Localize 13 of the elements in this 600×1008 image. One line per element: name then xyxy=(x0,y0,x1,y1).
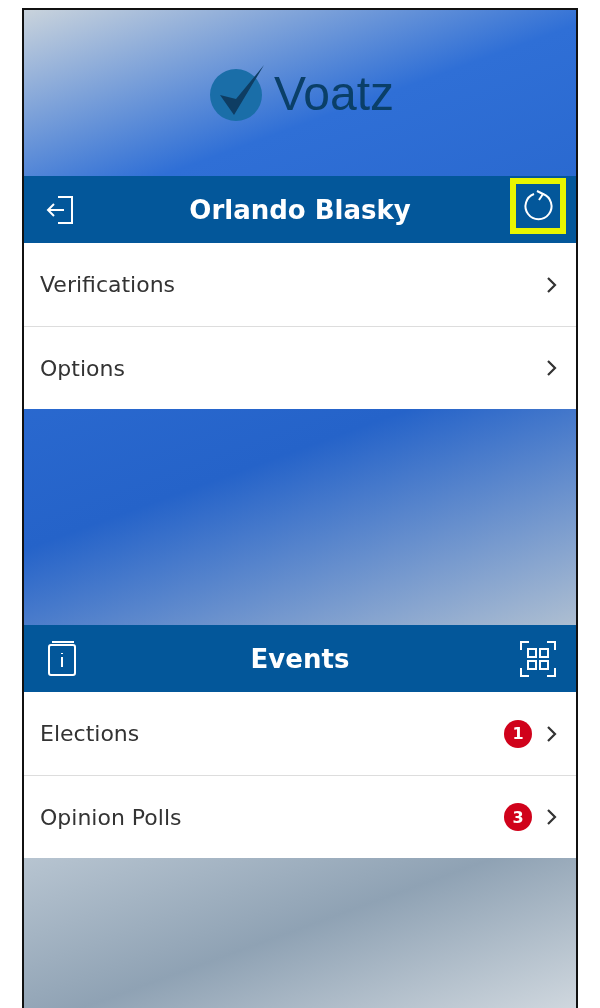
count-badge: 1 xyxy=(504,719,532,748)
chevron-icon xyxy=(546,808,558,826)
chevron-icon xyxy=(546,275,558,294)
count-badge: 3 xyxy=(504,803,532,831)
qr-scan-icon xyxy=(519,639,557,678)
chevron-icon xyxy=(546,359,558,377)
chevron-icon xyxy=(546,724,558,743)
refresh-icon xyxy=(521,188,555,223)
info-book-icon xyxy=(45,638,79,679)
refresh-button[interactable] xyxy=(510,177,566,234)
section-title: Events xyxy=(250,643,350,674)
logo-text: Voatz xyxy=(273,65,395,121)
user-name: Orlando Blasky xyxy=(189,194,411,225)
